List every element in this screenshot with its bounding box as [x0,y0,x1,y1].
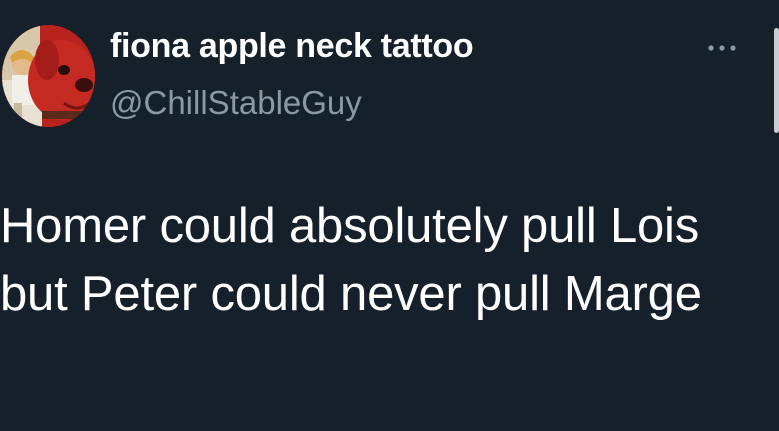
author-handle[interactable]: @ChillStableGuy [110,84,362,122]
tweet-card: fiona apple neck tattoo @ChillStableGuy … [0,0,779,431]
more-options-icon [708,45,736,51]
tweet-text: Homer could absolutely pull Lois but Pet… [0,199,702,321]
more-options-button[interactable] [700,34,744,62]
scrollbar[interactable] [774,28,779,133]
avatar[interactable] [2,25,95,127]
author-display-name[interactable]: fiona apple neck tattoo [110,27,474,66]
avatar-red-dog-icon [2,25,95,127]
